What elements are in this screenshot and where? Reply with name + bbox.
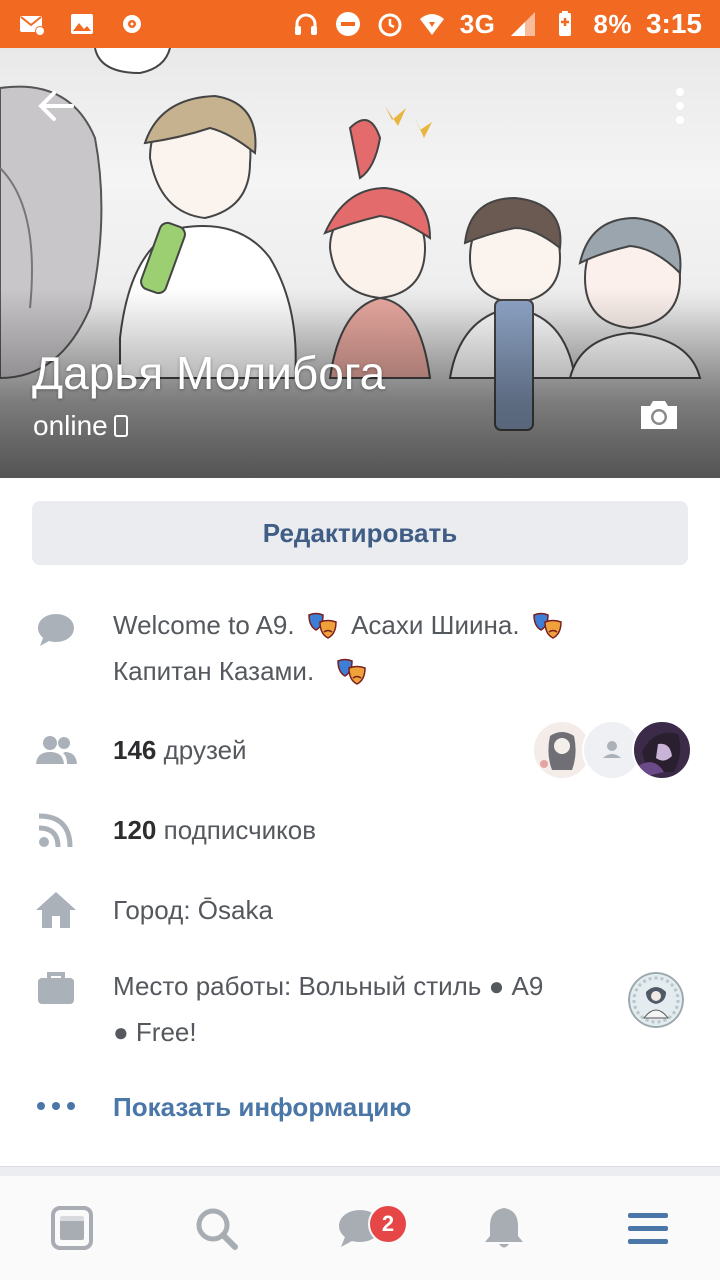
friends-icon — [34, 728, 78, 772]
mail-notification-icon — [18, 10, 46, 38]
online-status-text: online — [33, 410, 108, 441]
messages-badge: 2 — [368, 1204, 408, 1244]
briefcase-icon — [34, 966, 78, 1010]
status-message: Welcome to A9. Асахи Шиина. Капитан Каза… — [113, 602, 633, 694]
online-status: online — [33, 410, 128, 442]
clock: 3:15 — [645, 8, 702, 39]
theater-masks-icon — [306, 610, 340, 644]
back-arrow-icon[interactable] — [34, 84, 78, 128]
friends-number: 146 — [113, 735, 157, 765]
rss-icon — [34, 808, 78, 852]
news-feed-icon[interactable] — [48, 1204, 96, 1252]
menu-icon[interactable] — [624, 1204, 672, 1252]
headphones-icon — [292, 10, 320, 38]
status-message-part1: Welcome to A9. — [113, 610, 295, 640]
workplace-line1: Место работы: Вольный стиль ● A9 — [113, 971, 544, 1001]
friends-count[interactable]: 146 друзей — [113, 727, 247, 773]
followers-number: 120 — [113, 815, 157, 845]
workplace-avatar[interactable] — [628, 972, 684, 1028]
status-message-part2: Асахи Шиина. — [351, 610, 520, 640]
signal-icon — [509, 10, 537, 38]
mobile-device-icon — [113, 415, 128, 437]
more-dots-icon — [36, 1096, 76, 1116]
profile-name: Дарья Молибога — [32, 347, 386, 399]
edit-profile-button[interactable]: Редактировать — [32, 501, 688, 565]
alarm-icon — [376, 10, 404, 38]
more-options-icon[interactable] — [670, 84, 690, 128]
notifications-bell-icon[interactable] — [480, 1204, 528, 1252]
camera-icon[interactable] — [638, 398, 680, 432]
city: Город: Ōsaka — [113, 895, 273, 925]
status-message-icon — [34, 608, 78, 652]
network-type: 3G — [459, 8, 496, 39]
theater-masks-icon — [335, 656, 369, 690]
theater-masks-icon — [531, 610, 565, 644]
home-icon — [34, 888, 78, 932]
workplace-line2: ● Free! — [113, 1017, 197, 1047]
status-message-part3: Капитан Казами. — [113, 656, 315, 686]
avatar — [632, 720, 692, 780]
bottom-navigation — [0, 1176, 720, 1280]
followers-count[interactable]: 120 подписчиков — [113, 807, 316, 853]
friends-avatars[interactable] — [532, 720, 692, 780]
image-notification-icon — [68, 10, 96, 38]
profile-cover: Дарья Молибога online — [0, 48, 720, 478]
music-notification-icon — [118, 10, 146, 38]
battery-icon — [551, 10, 579, 38]
show-info-link[interactable]: Показать информацию — [113, 1084, 411, 1130]
friends-label: друзей — [163, 735, 247, 765]
battery-percent: 8% — [593, 8, 632, 39]
do-not-disturb-icon — [334, 10, 362, 38]
search-icon[interactable] — [192, 1204, 240, 1252]
workplace[interactable]: Место работы: Вольный стиль ● A9 ● Free! — [113, 963, 593, 1055]
status-bar: 3G 8% 3:15 — [0, 0, 720, 48]
wifi-icon — [418, 10, 446, 38]
followers-label: подписчиков — [163, 815, 317, 845]
